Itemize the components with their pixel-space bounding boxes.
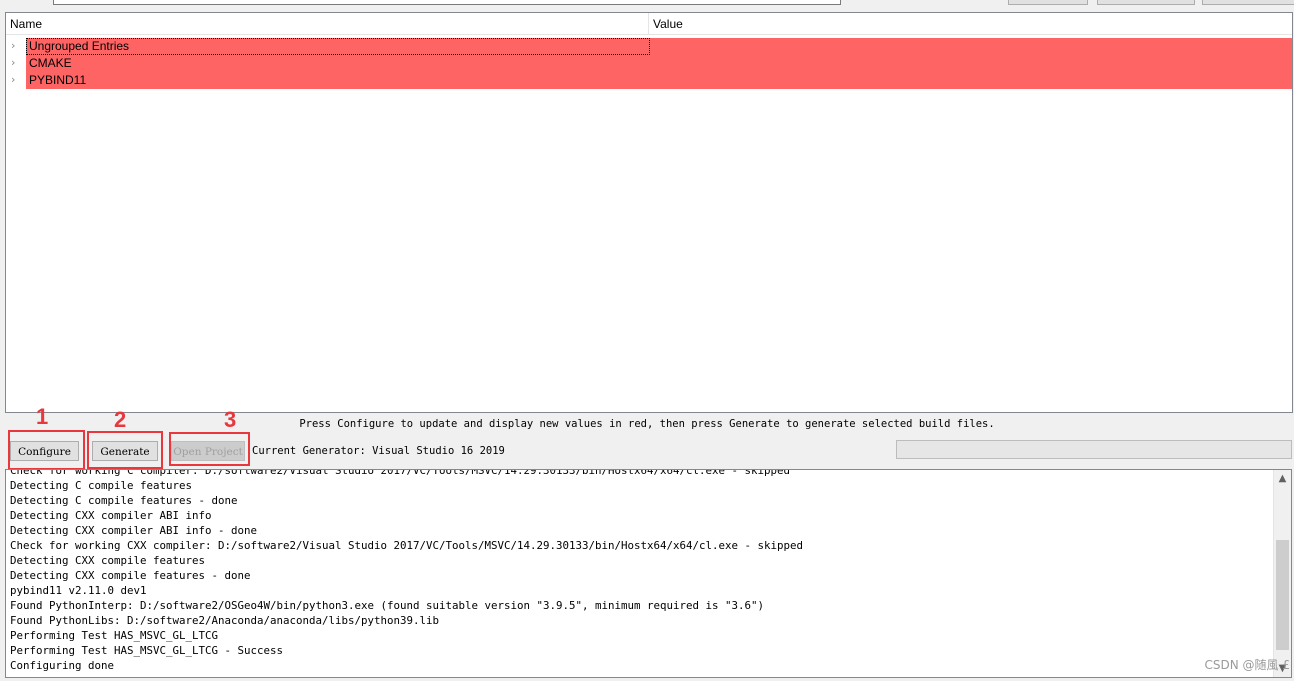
- step-marker-3: 3: [224, 407, 237, 432]
- step-marker-2: 2: [114, 407, 127, 432]
- toolbar-button[interactable]: [1097, 0, 1195, 5]
- toolbar-button[interactable]: [1008, 0, 1088, 5]
- tree-row-ungrouped-entries[interactable]: Ungrouped Entries: [26, 38, 1292, 55]
- scroll-thumb[interactable]: [1276, 540, 1289, 650]
- log-line: Check for working C compiler: D:/softwar…: [10, 469, 791, 477]
- log-line: Configuring done: [10, 659, 115, 672]
- tree-row-cmake[interactable]: CMAKE: [26, 55, 1292, 72]
- tree-header: Name Value: [6, 13, 1292, 35]
- log-line: Detecting CXX compiler ABI info - done: [10, 524, 258, 537]
- progress-bar: [896, 440, 1292, 459]
- tree-row-label: CMAKE: [29, 56, 72, 70]
- log-line: Detecting C compile features: [10, 479, 193, 492]
- build-path-input[interactable]: [53, 0, 841, 5]
- log-line: Found PythonInterp: D:/software2/OSGeo4W…: [10, 599, 765, 612]
- log-text: Check for working C compiler: D:/softwar…: [10, 469, 804, 673]
- log-line: Performing Test HAS_MSVC_GL_LTCG: [10, 629, 219, 642]
- log-line: Check for working CXX compiler: D:/softw…: [10, 539, 804, 552]
- column-header-name[interactable]: Name: [10, 17, 42, 31]
- log-line: Performing Test HAS_MSVC_GL_LTCG - Succe…: [10, 644, 284, 657]
- log-line: Detecting CXX compiler ABI info: [10, 509, 212, 522]
- current-generator-label: Current Generator: Visual Studio 16 2019: [252, 445, 505, 457]
- vertical-scrollbar[interactable]: ▲ ▼: [1273, 470, 1291, 677]
- watermark: CSDN @随風 £: [1204, 658, 1290, 672]
- log-line: Detecting CXX compile features - done: [10, 569, 251, 582]
- column-header-value[interactable]: Value: [653, 17, 683, 31]
- annotation-box-3: [169, 432, 250, 466]
- annotation-box-2: [87, 431, 163, 469]
- column-divider[interactable]: [648, 13, 649, 34]
- tree-row-label: Ungrouped Entries: [29, 39, 130, 53]
- chevron-right-icon[interactable]: ›: [11, 72, 21, 89]
- chevron-right-icon[interactable]: ›: [11, 55, 21, 72]
- cache-tree-view[interactable]: Name Value › Ungrouped Entries › CMAKE ›…: [5, 12, 1293, 413]
- log-line: Found PythonLibs: D:/software2/Anaconda/…: [10, 614, 440, 627]
- output-log[interactable]: Check for working C compiler: D:/softwar…: [5, 469, 1292, 678]
- toolbar-button[interactable]: [1202, 0, 1294, 5]
- tree-row-pybind11[interactable]: PYBIND11: [26, 72, 1292, 89]
- log-line: pybind11 v2.11.0 dev1: [10, 584, 147, 597]
- log-line: Detecting CXX compile features: [10, 554, 206, 567]
- chevron-right-icon[interactable]: ›: [11, 38, 21, 55]
- step-marker-1: 1: [36, 404, 49, 429]
- top-toolbar: [0, 0, 1294, 6]
- annotation-box-1: [8, 430, 85, 470]
- log-line: Detecting C compile features - done: [10, 494, 238, 507]
- instruction-text: Press Configure to update and display ne…: [299, 418, 995, 430]
- tree-row-label: PYBIND11: [29, 73, 87, 87]
- scroll-up-icon[interactable]: ▲: [1274, 470, 1291, 487]
